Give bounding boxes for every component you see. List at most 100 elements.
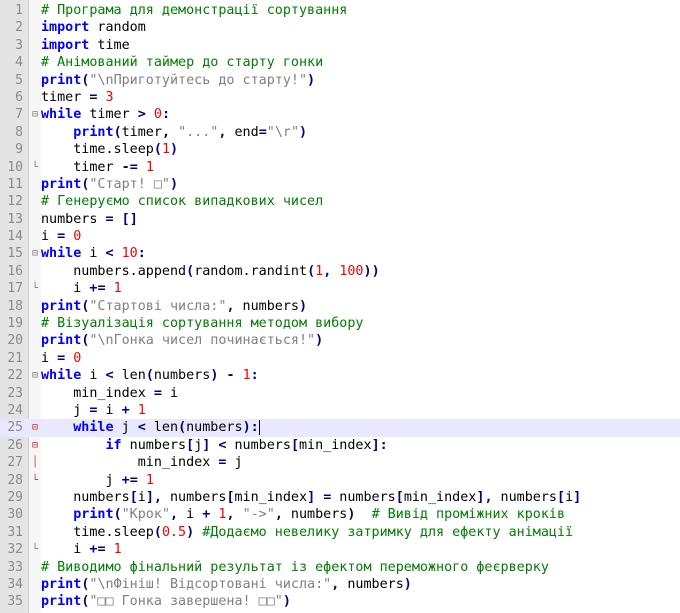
- code-line-28[interactable]: 28 └ j += 1: [0, 472, 680, 489]
- line-number: 31: [7, 524, 23, 540]
- line-text[interactable]: import time: [41, 37, 130, 54]
- line-number: 7: [15, 107, 23, 123]
- code-line-30[interactable]: 30 print("Крок", i + 1, "->", numbers) #…: [0, 506, 680, 523]
- code-lines[interactable]: 1 # Програма для демонстрації сортування 2…: [0, 2, 680, 611]
- line-text[interactable]: print("Стартові числа:", numbers): [41, 298, 307, 315]
- line-number: 17: [7, 281, 23, 297]
- line-text[interactable]: while j < len(numbers):: [41, 419, 260, 436]
- code-line-2[interactable]: 2 import random: [0, 19, 680, 36]
- line-text[interactable]: i = 0: [41, 350, 81, 367]
- line-number: 34: [7, 576, 23, 592]
- code-line-4[interactable]: 4 # Анімований таймер до старту гонки: [0, 54, 680, 71]
- text-cursor: [258, 419, 260, 435]
- line-text[interactable]: print("\nГонка чисел починається!"): [41, 332, 323, 349]
- code-line-8[interactable]: 8 print(timer, "...", end="\r"): [0, 124, 680, 141]
- line-text[interactable]: # Виводимо фінальний результат із ефекто…: [41, 559, 549, 576]
- line-text[interactable]: min_index = j: [41, 454, 243, 471]
- line-text[interactable]: while timer > 0:: [41, 106, 170, 123]
- line-text[interactable]: print("Старт! □"): [41, 176, 178, 193]
- code-line-35[interactable]: 35 print("□□ Гонка завершена! □□"): [0, 593, 680, 610]
- line-number: 22: [7, 368, 23, 384]
- code-line-5[interactable]: 5 print("\nПриготуйтесь до старту!"): [0, 72, 680, 89]
- fold-toggle-icon[interactable]: ⊟: [30, 106, 40, 123]
- code-line-19[interactable]: 19 # Візуалізація сортування методом вибо…: [0, 315, 680, 332]
- line-number: 33: [7, 559, 23, 575]
- code-line-29[interactable]: 29 numbers[i], numbers[min_index] = numb…: [0, 489, 680, 506]
- line-text[interactable]: i += 1: [41, 541, 121, 558]
- code-line-22[interactable]: 22 ⊟ while i < len(numbers) - 1:: [0, 367, 680, 384]
- code-line-26[interactable]: 26 ⊟ if numbers[j] < numbers[min_index]:: [0, 437, 680, 454]
- line-text[interactable]: j += 1: [41, 472, 153, 489]
- line-number: 26: [7, 437, 23, 453]
- code-line-31[interactable]: 31 time.sleep(0.5) #Додаємо невелику зат…: [0, 524, 680, 541]
- code-line-23[interactable]: 23 min_index = i: [0, 385, 680, 402]
- fold-end-icon: └: [31, 283, 39, 295]
- code-line-3[interactable]: 3 import time: [0, 37, 680, 54]
- line-text[interactable]: time.sleep(0.5) #Додаємо невелику затрим…: [41, 524, 573, 541]
- line-text[interactable]: i += 1: [41, 280, 121, 297]
- code-line-14[interactable]: 14 i = 0: [0, 228, 680, 245]
- code-line-9[interactable]: 9 time.sleep(1): [0, 141, 680, 158]
- fold-end-icon: └: [31, 161, 39, 173]
- line-number: 8: [15, 124, 23, 140]
- code-line-13[interactable]: 13 numbers = []: [0, 211, 680, 228]
- line-text[interactable]: print("□□ Гонка завершена! □□"): [41, 593, 291, 610]
- line-text[interactable]: i = 0: [41, 228, 81, 245]
- line-number: 5: [15, 72, 23, 88]
- line-text[interactable]: print("\nФініш! Відсортовані числа:", nu…: [41, 576, 412, 593]
- line-text[interactable]: numbers.append(random.randint(1, 100)): [41, 263, 379, 280]
- line-text[interactable]: # Візуалізація сортування методом вибору: [41, 315, 363, 332]
- line-text[interactable]: time.sleep(1): [41, 141, 178, 158]
- line-number: 35: [7, 594, 23, 610]
- code-line-24[interactable]: 24 j = i + 1: [0, 402, 680, 419]
- line-text[interactable]: while i < 10:: [41, 245, 146, 262]
- line-number: 13: [7, 211, 23, 227]
- line-text[interactable]: # Програма для демонстрації сортування: [41, 2, 347, 19]
- code-line-17[interactable]: 17 └ i += 1: [0, 280, 680, 297]
- code-line-25[interactable]: 25 ⊟ while j < len(numbers):: [0, 419, 680, 437]
- line-number: 29: [7, 489, 23, 505]
- fold-toggle-icon[interactable]: ⊟: [30, 245, 40, 262]
- line-text[interactable]: import random: [41, 19, 146, 36]
- code-line-27[interactable]: 27 │ min_index = j: [0, 454, 680, 471]
- code-line-11[interactable]: 11 print("Старт! □"): [0, 176, 680, 193]
- line-text[interactable]: timer -= 1: [41, 159, 154, 176]
- line-text[interactable]: j = i + 1: [41, 402, 146, 419]
- code-line-16[interactable]: 16 numbers.append(random.randint(1, 100)…: [0, 263, 680, 280]
- line-number: 28: [7, 472, 23, 488]
- line-number: 10: [7, 159, 23, 175]
- fold-end-icon: └: [31, 474, 39, 486]
- line-number: 4: [15, 55, 23, 71]
- code-line-21[interactable]: 21 i = 0: [0, 350, 680, 367]
- code-line-18[interactable]: 18 print("Стартові числа:", numbers): [0, 298, 680, 315]
- fold-toggle-icon[interactable]: ⊟: [30, 437, 40, 454]
- code-line-20[interactable]: 20 print("\nГонка чисел починається!"): [0, 332, 680, 349]
- code-line-33[interactable]: 33 # Виводимо фінальний результат із ефек…: [0, 559, 680, 576]
- line-text[interactable]: # Анімований таймер до старту гонки: [41, 54, 323, 71]
- line-text[interactable]: numbers = []: [41, 211, 138, 228]
- line-text[interactable]: print("\nПриготуйтесь до старту!"): [41, 72, 315, 89]
- line-text[interactable]: print(timer, "...", end="\r"): [41, 124, 307, 141]
- line-number: 24: [7, 402, 23, 418]
- line-text[interactable]: print("Крок", i + 1, "->", numbers) # Ви…: [41, 506, 565, 523]
- code-line-6[interactable]: 6 timer = 3: [0, 89, 680, 106]
- code-line-12[interactable]: 12 # Генеруємо список випадкових чисел: [0, 193, 680, 210]
- code-line-32[interactable]: 32 └ i += 1: [0, 541, 680, 558]
- line-text[interactable]: min_index = i: [41, 385, 178, 402]
- fold-toggle-icon[interactable]: ⊟: [30, 419, 40, 436]
- code-line-15[interactable]: 15 ⊟ while i < 10:: [0, 245, 680, 262]
- code-line-7[interactable]: 7 ⊟ while timer > 0:: [0, 106, 680, 123]
- code-line-34[interactable]: 34 print("\nФініш! Відсортовані числа:", …: [0, 576, 680, 593]
- line-text[interactable]: timer = 3: [41, 89, 114, 106]
- code-line-1[interactable]: 1 # Програма для демонстрації сортування: [0, 2, 680, 19]
- line-number: 27: [7, 455, 23, 471]
- line-text[interactable]: # Генеруємо список випадкових чисел: [41, 193, 323, 210]
- fold-toggle-icon[interactable]: ⊟: [30, 367, 40, 384]
- line-text[interactable]: while i < len(numbers) - 1:: [41, 367, 259, 384]
- code-editor[interactable]: 1 # Програма для демонстрації сортування 2…: [0, 0, 680, 613]
- code-line-10[interactable]: 10 └ timer -= 1: [0, 159, 680, 176]
- line-number: 15: [7, 246, 23, 262]
- line-text[interactable]: numbers[i], numbers[min_index] = numbers…: [41, 489, 581, 506]
- line-text[interactable]: if numbers[j] < numbers[min_index]:: [41, 437, 388, 454]
- line-number: 18: [7, 298, 23, 314]
